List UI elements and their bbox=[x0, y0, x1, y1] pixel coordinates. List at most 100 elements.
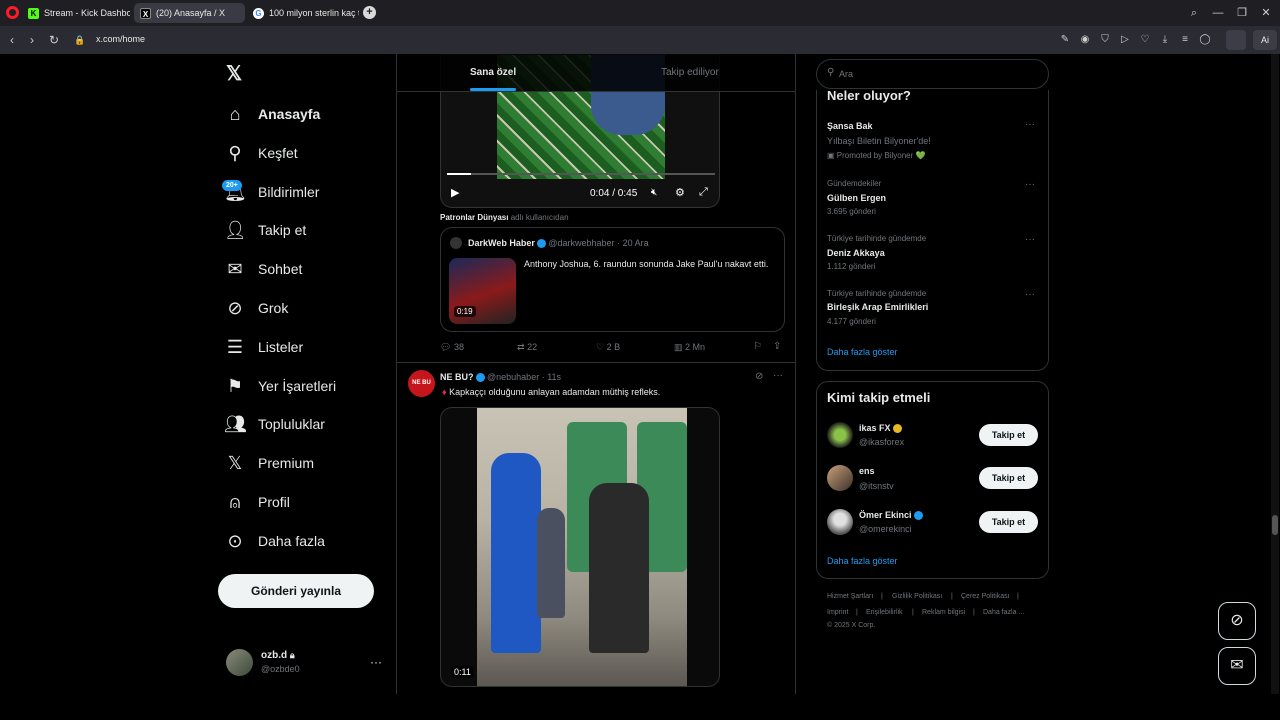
trend-more-icon[interactable]: ··· bbox=[1025, 234, 1035, 245]
tab-for-you[interactable]: Sana özel bbox=[470, 67, 516, 78]
heart-icon[interactable]: ♡ bbox=[1138, 33, 1152, 47]
footer-link[interactable]: Imprint bbox=[827, 609, 848, 616]
grok-float-button[interactable]: ⊘ bbox=[1218, 602, 1256, 640]
x-icon: 𝕏 bbox=[227, 453, 243, 473]
download-icon[interactable]: ⤓ bbox=[1158, 33, 1172, 47]
follow-name[interactable]: ikas FX bbox=[859, 423, 902, 434]
footer-link[interactable]: Hizmet Şartları bbox=[827, 593, 873, 600]
show-more-follow-link[interactable]: Daha fazla göster bbox=[827, 556, 898, 566]
messages-float-button[interactable]: ✉ bbox=[1218, 647, 1256, 685]
nav-profile[interactable]: ⍝ Profil bbox=[224, 488, 290, 516]
nav-home[interactable]: ⌂ Anasayfa bbox=[224, 100, 321, 128]
reload-icon[interactable]: ↻ bbox=[46, 32, 62, 48]
grok-icon[interactable]: ⊘ bbox=[755, 371, 763, 382]
quote-thumbnail[interactable]: 0:19 bbox=[449, 258, 516, 324]
video-progress-track[interactable] bbox=[447, 173, 715, 175]
nav-bookmarks[interactable]: ⚑ Yer İşaretleri bbox=[224, 372, 336, 400]
trend-title[interactable]: Gülben Ergen bbox=[827, 193, 886, 203]
like-button[interactable]: ♡ 2 B bbox=[596, 342, 620, 353]
post-avatar[interactable]: NE BU bbox=[408, 370, 435, 397]
nav-more[interactable]: ⊙ Daha fazla bbox=[224, 527, 324, 555]
quoted-post[interactable]: DarkWeb Haber @darkwebhaber · 20 Ara 0:1… bbox=[440, 227, 785, 332]
trend-more-icon[interactable]: ··· bbox=[1025, 119, 1035, 130]
footer-divider: | bbox=[912, 609, 914, 616]
back-icon[interactable]: ‹ bbox=[4, 32, 20, 48]
communities-icon: 👥︎ bbox=[224, 414, 247, 434]
follow-avatar[interactable] bbox=[827, 422, 853, 448]
show-more-trends-link[interactable]: Daha fazla göster bbox=[827, 347, 898, 357]
nav-communities[interactable]: 👥︎ Topluluklar bbox=[224, 410, 325, 438]
post-button[interactable]: Gönderi yayınla bbox=[218, 574, 374, 608]
minimize-icon[interactable]: — bbox=[1210, 5, 1226, 21]
ai-button[interactable]: Ai bbox=[1253, 30, 1277, 50]
footer-link[interactable]: Daha fazla ... bbox=[983, 609, 1024, 616]
close-icon[interactable]: ✕ bbox=[1258, 5, 1274, 21]
footer-link[interactable]: Erişilebilirlik bbox=[866, 609, 903, 616]
restore-icon[interactable]: ❐ bbox=[1234, 5, 1250, 21]
post-more-icon[interactable]: ··· bbox=[773, 370, 783, 381]
nav-chat[interactable]: ✉ Sohbet bbox=[224, 255, 302, 283]
edit-icon[interactable]: ✎ bbox=[1058, 33, 1072, 47]
settings-icon[interactable]: ⚙ bbox=[675, 186, 685, 199]
play-icon[interactable]: ▷ bbox=[1118, 33, 1132, 47]
fullscreen-icon[interactable]: ⤢ bbox=[699, 186, 708, 199]
account-name[interactable]: ozb.d 🔒︎ bbox=[261, 650, 295, 661]
share-icon[interactable]: ⇪ bbox=[773, 341, 781, 352]
post-handle[interactable]: @nebuhaber bbox=[487, 372, 539, 382]
browser-tab-x[interactable]: X (20) Anasayfa / X bbox=[134, 3, 245, 23]
browser-tab-google[interactable]: G 100 milyon sterlin kaç tl - bbox=[247, 3, 359, 23]
nav-follow[interactable]: 👤︎ Takip et bbox=[224, 216, 306, 244]
new-tab-button[interactable]: + bbox=[363, 6, 376, 19]
account-menu-icon[interactable]: ··· bbox=[370, 655, 382, 669]
browser-tab-kick[interactable]: K Stream - Kick Dashboard bbox=[22, 3, 130, 23]
views-button[interactable]: ▥ 2 Mn bbox=[674, 342, 705, 353]
trend-more-icon[interactable]: ··· bbox=[1025, 179, 1035, 190]
nav-lists[interactable]: ☰ Listeler bbox=[224, 333, 303, 361]
menu-icon[interactable]: ≡ bbox=[1178, 33, 1192, 47]
follow-button[interactable]: Takip et bbox=[979, 467, 1038, 489]
search-tabs-icon[interactable]: ⌕ bbox=[1186, 5, 1202, 21]
post-video[interactable]: 0:11 bbox=[440, 407, 720, 687]
follow-avatar[interactable] bbox=[827, 465, 853, 491]
follow-button[interactable]: Takip et bbox=[979, 424, 1038, 446]
bookmark-icon[interactable]: ⚐ bbox=[753, 341, 762, 352]
scrollbar[interactable] bbox=[1271, 54, 1279, 694]
shield-icon[interactable]: ⛉ bbox=[1098, 33, 1112, 47]
mute-icon[interactable]: 🔇︎ bbox=[651, 187, 657, 198]
forward-icon[interactable]: › bbox=[24, 32, 40, 48]
promo-title[interactable]: Şansa Bak bbox=[827, 121, 873, 131]
account-avatar[interactable] bbox=[226, 649, 253, 676]
footer-link[interactable]: Gizlilik Politikası bbox=[892, 593, 942, 600]
post-author[interactable]: NE BU? bbox=[440, 372, 474, 382]
follow-name-text: Ömer Ekinci bbox=[859, 510, 912, 520]
follow-avatar[interactable] bbox=[827, 509, 853, 535]
trend-title[interactable]: Birleşik Arap Emirlikleri bbox=[827, 302, 928, 312]
nav-premium[interactable]: 𝕏 Premium bbox=[224, 449, 314, 477]
repost-button[interactable]: ⇄ 22 bbox=[517, 342, 537, 353]
account-icon[interactable]: ◯ bbox=[1198, 33, 1212, 47]
camera-icon[interactable]: ◉ bbox=[1078, 33, 1092, 47]
footer-link[interactable]: Çerez Politikası bbox=[961, 593, 1010, 600]
play-icon[interactable]: ▶ bbox=[451, 186, 459, 199]
nav-grok[interactable]: ⊘ Grok bbox=[224, 294, 288, 322]
footer-link[interactable]: Reklam bilgisi bbox=[922, 609, 965, 616]
tab-label: Stream - Kick Dashboard bbox=[44, 8, 130, 18]
x-logo-icon[interactable]: 𝕏 bbox=[226, 64, 246, 84]
nav-explore[interactable]: ⚲ Keşfet bbox=[224, 139, 297, 167]
quote-avatar bbox=[450, 237, 462, 249]
follow-name[interactable]: ens bbox=[859, 466, 875, 476]
reply-button[interactable]: 💬︎ 38 bbox=[440, 342, 464, 353]
extension-icon[interactable] bbox=[1226, 30, 1246, 50]
scrollbar-thumb[interactable] bbox=[1272, 515, 1278, 535]
trend-more-icon[interactable]: ··· bbox=[1025, 289, 1035, 300]
opera-logo-icon[interactable] bbox=[6, 6, 19, 19]
follow-name[interactable]: Ömer Ekinci bbox=[859, 510, 923, 521]
search-input[interactable]: ⚲ Ara bbox=[816, 59, 1049, 89]
url-field[interactable]: x.com/home bbox=[96, 34, 145, 44]
quote-context-name[interactable]: Patronlar Dünyası bbox=[440, 213, 508, 222]
tab-following[interactable]: Takip ediliyor bbox=[661, 67, 719, 78]
reply-count: 38 bbox=[453, 342, 464, 352]
trend-title[interactable]: Deniz Akkaya bbox=[827, 248, 885, 258]
follow-button[interactable]: Takip et bbox=[979, 511, 1038, 533]
post-text-content: Kapkaççı olduğunu anlayan adamdan müthiş… bbox=[449, 387, 661, 397]
